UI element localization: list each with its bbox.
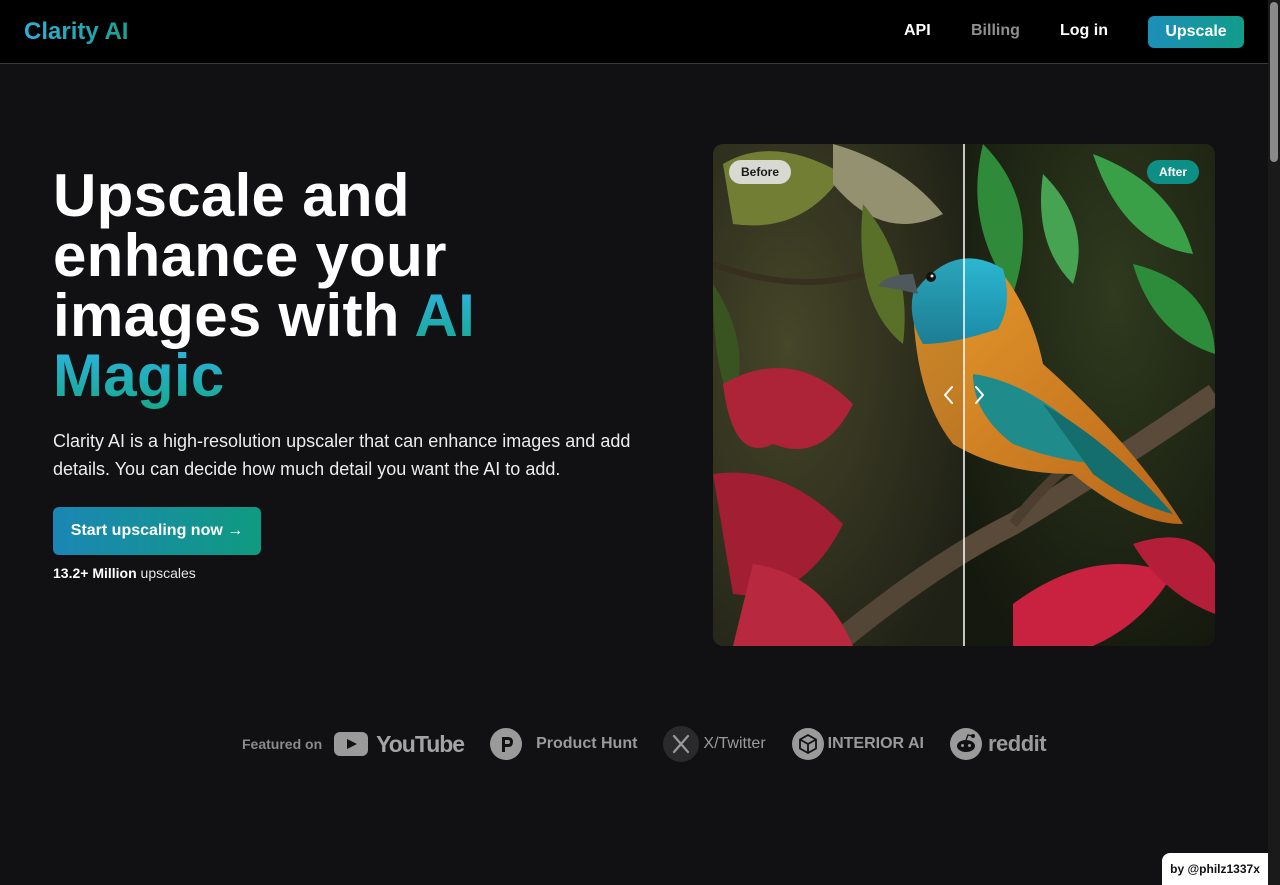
hero-description: Clarity AI is a high-resolution upscaler… xyxy=(53,431,631,479)
after-badge: After xyxy=(1146,160,1199,184)
top-navbar: Clarity AITM API Billing Log in Upscale xyxy=(0,0,1268,64)
featured-twitter[interactable]: X/Twitter xyxy=(663,726,766,762)
featured-reddit[interactable]: reddit xyxy=(949,728,1047,760)
featured-on-bar: Featured on YouTube Product Hunt X/Twitt… xyxy=(242,726,1072,762)
product-hunt-wordmark: Product Hunt xyxy=(536,735,638,752)
product-hunt-icon xyxy=(490,728,523,760)
hero-headline: Upscale and enhance your images with AI … xyxy=(53,166,653,406)
upscale-button[interactable]: Upscale xyxy=(1148,16,1244,48)
featured-youtube[interactable]: YouTube xyxy=(334,730,465,758)
before-badge: Before xyxy=(729,160,792,184)
x-twitter-icon xyxy=(663,726,700,762)
featured-label: Featured on xyxy=(242,736,323,752)
author-credit-link[interactable]: by @philz1337x xyxy=(1162,853,1268,885)
before-after-comparison[interactable]: Before After xyxy=(713,144,1215,646)
logo-text: Clarity AI xyxy=(24,18,129,45)
logo[interactable]: Clarity AITM xyxy=(24,18,144,46)
start-upscaling-button[interactable]: Start upscaling now → xyxy=(53,507,261,555)
count-value: 13.2+ Million xyxy=(53,565,137,581)
comparison-handle[interactable] xyxy=(939,382,989,408)
headline-accent-magic: Magic xyxy=(53,342,225,409)
featured-interior-ai[interactable]: INTERIOR AI xyxy=(791,728,924,760)
headline-accent-ai: AI xyxy=(414,282,476,349)
scrollbar-thumb[interactable] xyxy=(1270,2,1278,162)
interior-ai-label: INTERIOR AI xyxy=(827,735,924,752)
youtube-wordmark: YouTube xyxy=(376,730,465,757)
interior-ai-icon xyxy=(791,728,824,760)
nav-link-api[interactable]: API xyxy=(904,22,931,40)
nav-link-login[interactable]: Log in xyxy=(1060,22,1108,40)
logo-trademark: TM xyxy=(128,20,145,32)
upscale-count: 13.2+ Million upscales xyxy=(53,565,196,581)
twitter-label: X/Twitter xyxy=(703,735,766,752)
youtube-icon xyxy=(334,732,369,756)
count-suffix: upscales xyxy=(140,565,196,581)
headline-text: Upscale and enhance your images with xyxy=(53,162,447,349)
reddit-wordmark: reddit xyxy=(987,731,1047,756)
chevron-right-icon xyxy=(975,386,984,404)
page-scrollbar[interactable] xyxy=(1268,0,1280,885)
featured-product-hunt[interactable]: Product Hunt xyxy=(490,728,637,760)
nav-link-billing[interactable]: Billing xyxy=(971,22,1020,40)
chevron-left-icon xyxy=(944,386,953,404)
reddit-icon xyxy=(949,728,982,760)
